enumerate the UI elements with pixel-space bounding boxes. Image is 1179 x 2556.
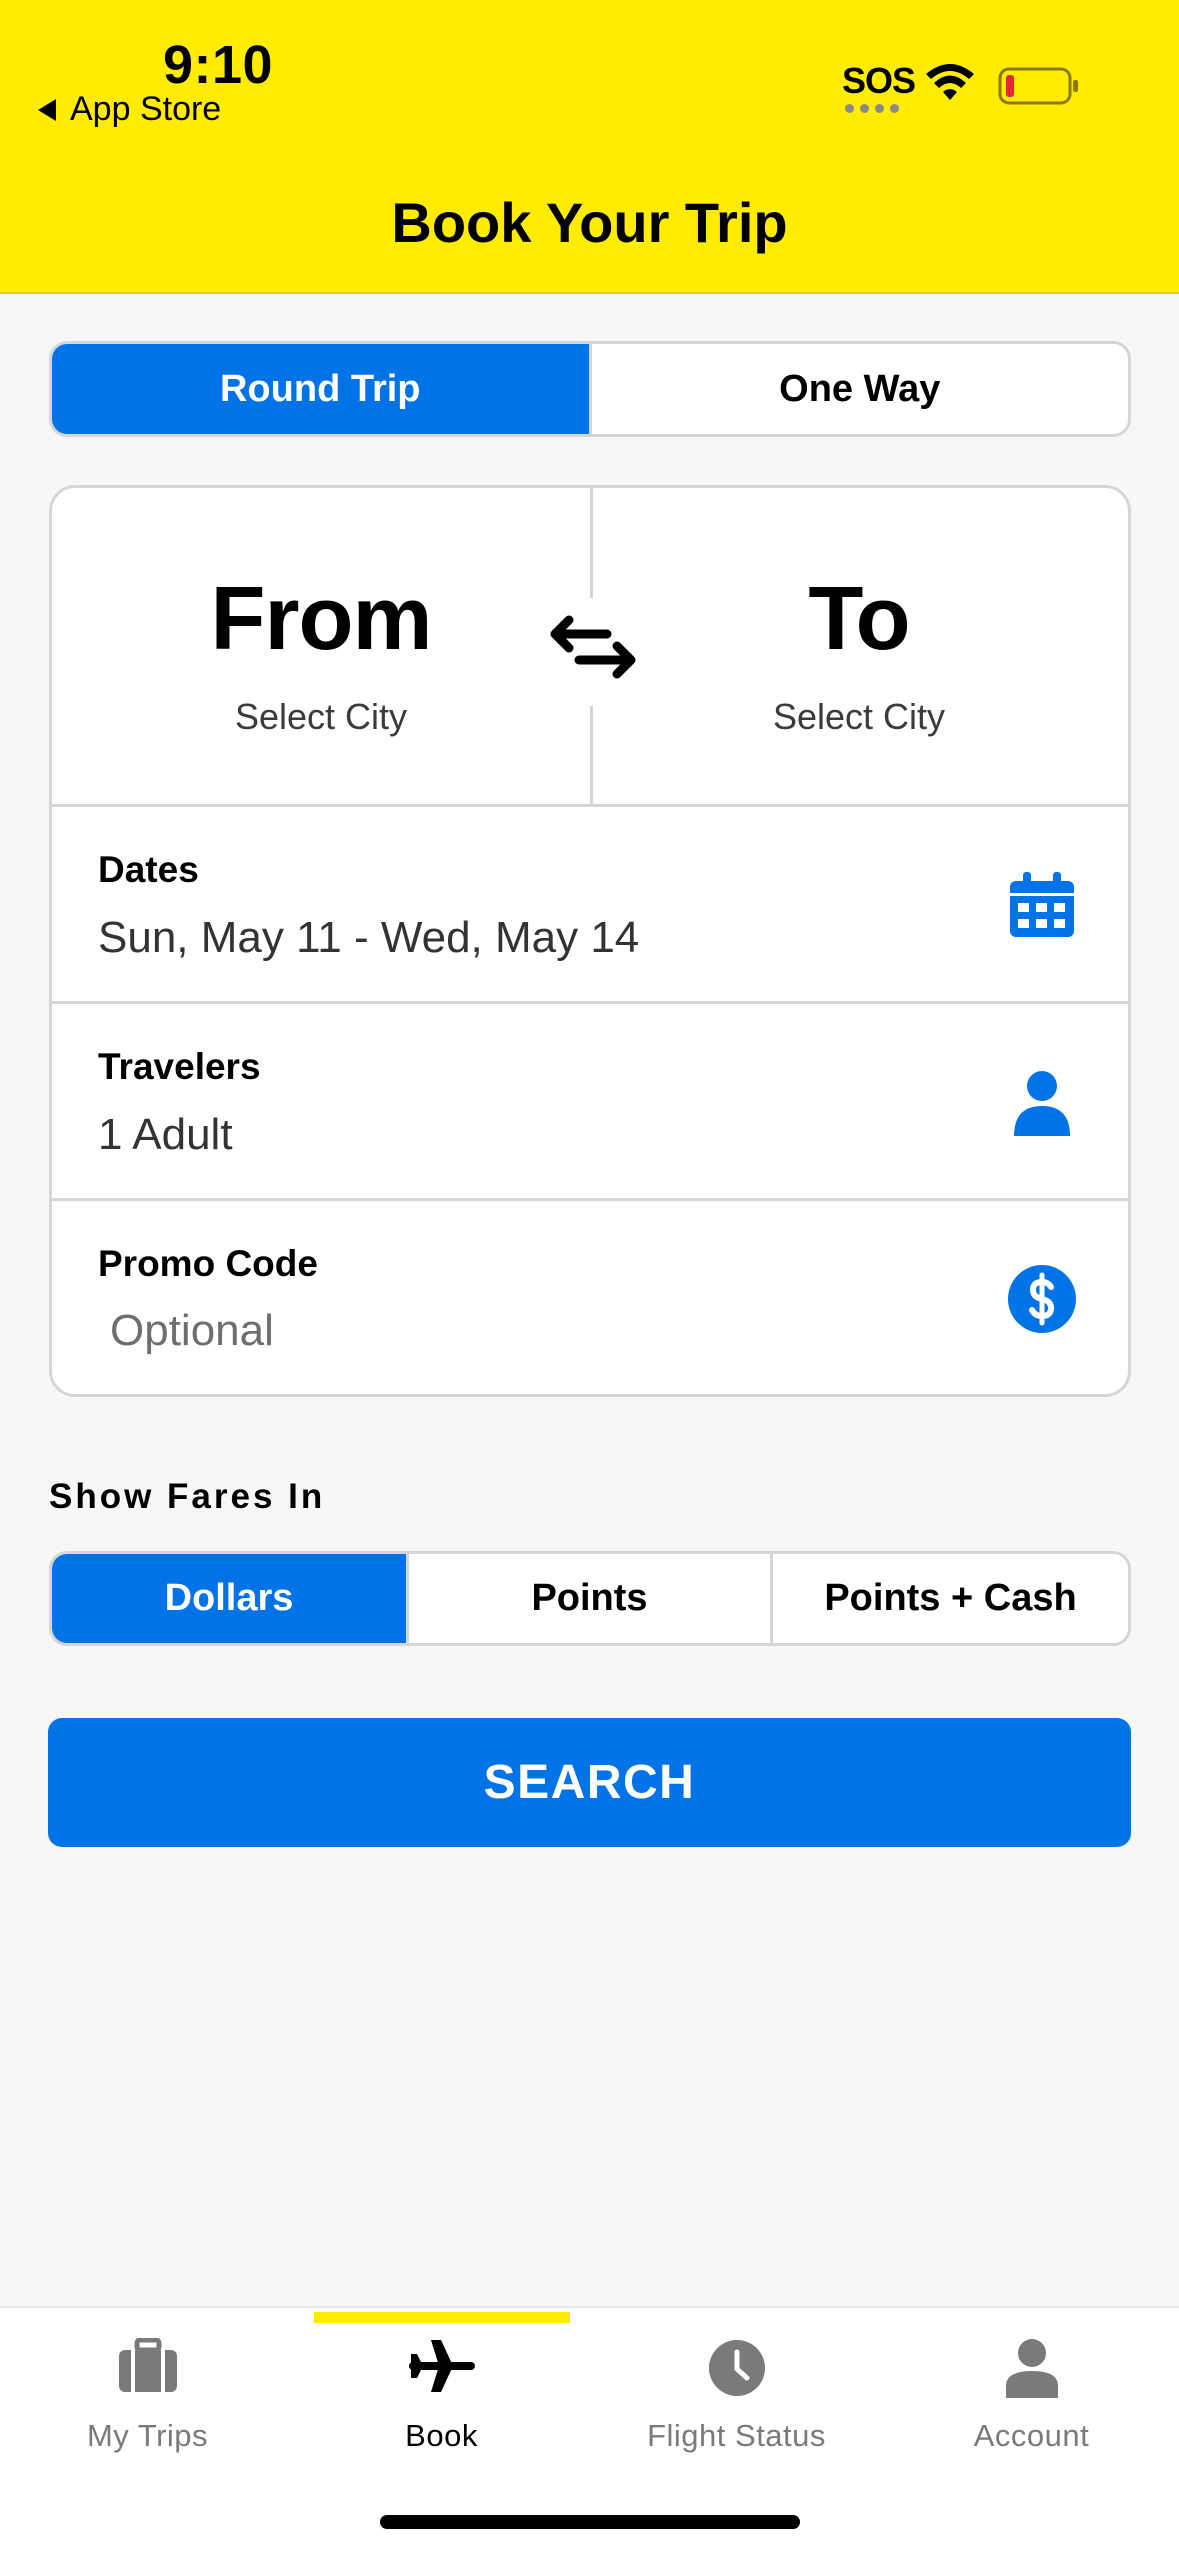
home-indicator xyxy=(380,2515,800,2529)
promo-code-row: Promo Code xyxy=(52,1201,1128,1394)
fares-heading: Show Fares In xyxy=(49,1477,326,1516)
wifi-icon xyxy=(926,64,974,100)
route-row: From Select City To Select City xyxy=(52,488,1128,807)
from-city-selector[interactable]: From Select City xyxy=(52,488,590,807)
round-trip-option[interactable]: Round Trip xyxy=(52,344,589,434)
page-title: Book Your Trip xyxy=(391,191,788,254)
status-time: 9:10 xyxy=(163,35,274,95)
dollar-circle-icon xyxy=(1008,1265,1076,1333)
back-arrow-icon xyxy=(38,98,56,121)
clock-icon xyxy=(708,2340,765,2396)
route-divider xyxy=(590,706,593,807)
tab-account-label: Account xyxy=(973,2418,1090,2453)
airplane-icon xyxy=(408,2340,475,2392)
person-icon xyxy=(1014,1071,1070,1136)
dollars-option[interactable]: Dollars xyxy=(52,1554,406,1643)
app-header: 9:10 App Store SOS Book Your Trip xyxy=(0,0,1179,294)
swap-arrows-icon[interactable] xyxy=(545,608,641,688)
to-label: To xyxy=(808,569,910,669)
battery-icon xyxy=(998,67,1078,105)
tab-flight-status-label: Flight Status xyxy=(647,2418,826,2453)
tab-my-trips-label: My Trips xyxy=(86,2418,209,2453)
trip-type-selector: Round Trip One Way xyxy=(49,341,1131,437)
signal-dots-icon xyxy=(845,104,899,113)
booking-card: From Select City To Select City Dates Su… xyxy=(49,485,1131,1397)
dates-label: Dates xyxy=(98,849,199,890)
search-button[interactable]: SEARCH xyxy=(48,1718,1131,1847)
points-cash-option[interactable]: Points + Cash xyxy=(770,1554,1128,1643)
travelers-value: 1 Adult xyxy=(98,1110,233,1159)
to-city-value: Select City xyxy=(772,696,946,737)
dates-value: Sun, May 11 - Wed, May 14 xyxy=(98,913,640,962)
back-link-label: App Store xyxy=(70,90,222,128)
points-option[interactable]: Points xyxy=(406,1554,770,1643)
from-city-value: Select City xyxy=(234,696,408,737)
to-city-selector[interactable]: To Select City xyxy=(590,488,1128,807)
calendar-icon xyxy=(1010,872,1074,937)
sos-indicator: SOS xyxy=(842,60,916,101)
tab-account[interactable]: Account xyxy=(884,2308,1179,2468)
suitcase-icon xyxy=(118,2338,177,2392)
tab-flight-status[interactable]: Flight Status xyxy=(589,2308,884,2468)
person-icon xyxy=(1005,2339,1058,2398)
travelers-row[interactable]: Travelers 1 Adult xyxy=(52,1004,1128,1201)
tab-book-label: Book xyxy=(405,2418,478,2453)
route-divider xyxy=(590,488,593,598)
fare-type-selector: Dollars Points Points + Cash xyxy=(49,1551,1131,1646)
dates-row[interactable]: Dates Sun, May 11 - Wed, May 14 xyxy=(52,807,1128,1004)
promo-code-label: Promo Code xyxy=(98,1243,318,1284)
back-to-app-store-link[interactable]: App Store xyxy=(38,90,221,129)
one-way-option[interactable]: One Way xyxy=(588,344,1128,434)
tab-my-trips[interactable]: My Trips xyxy=(0,2308,295,2468)
promo-code-input[interactable] xyxy=(110,1301,710,1361)
travelers-label: Travelers xyxy=(98,1046,261,1087)
tab-book[interactable]: Book xyxy=(294,2308,589,2468)
from-label: From xyxy=(210,569,433,669)
